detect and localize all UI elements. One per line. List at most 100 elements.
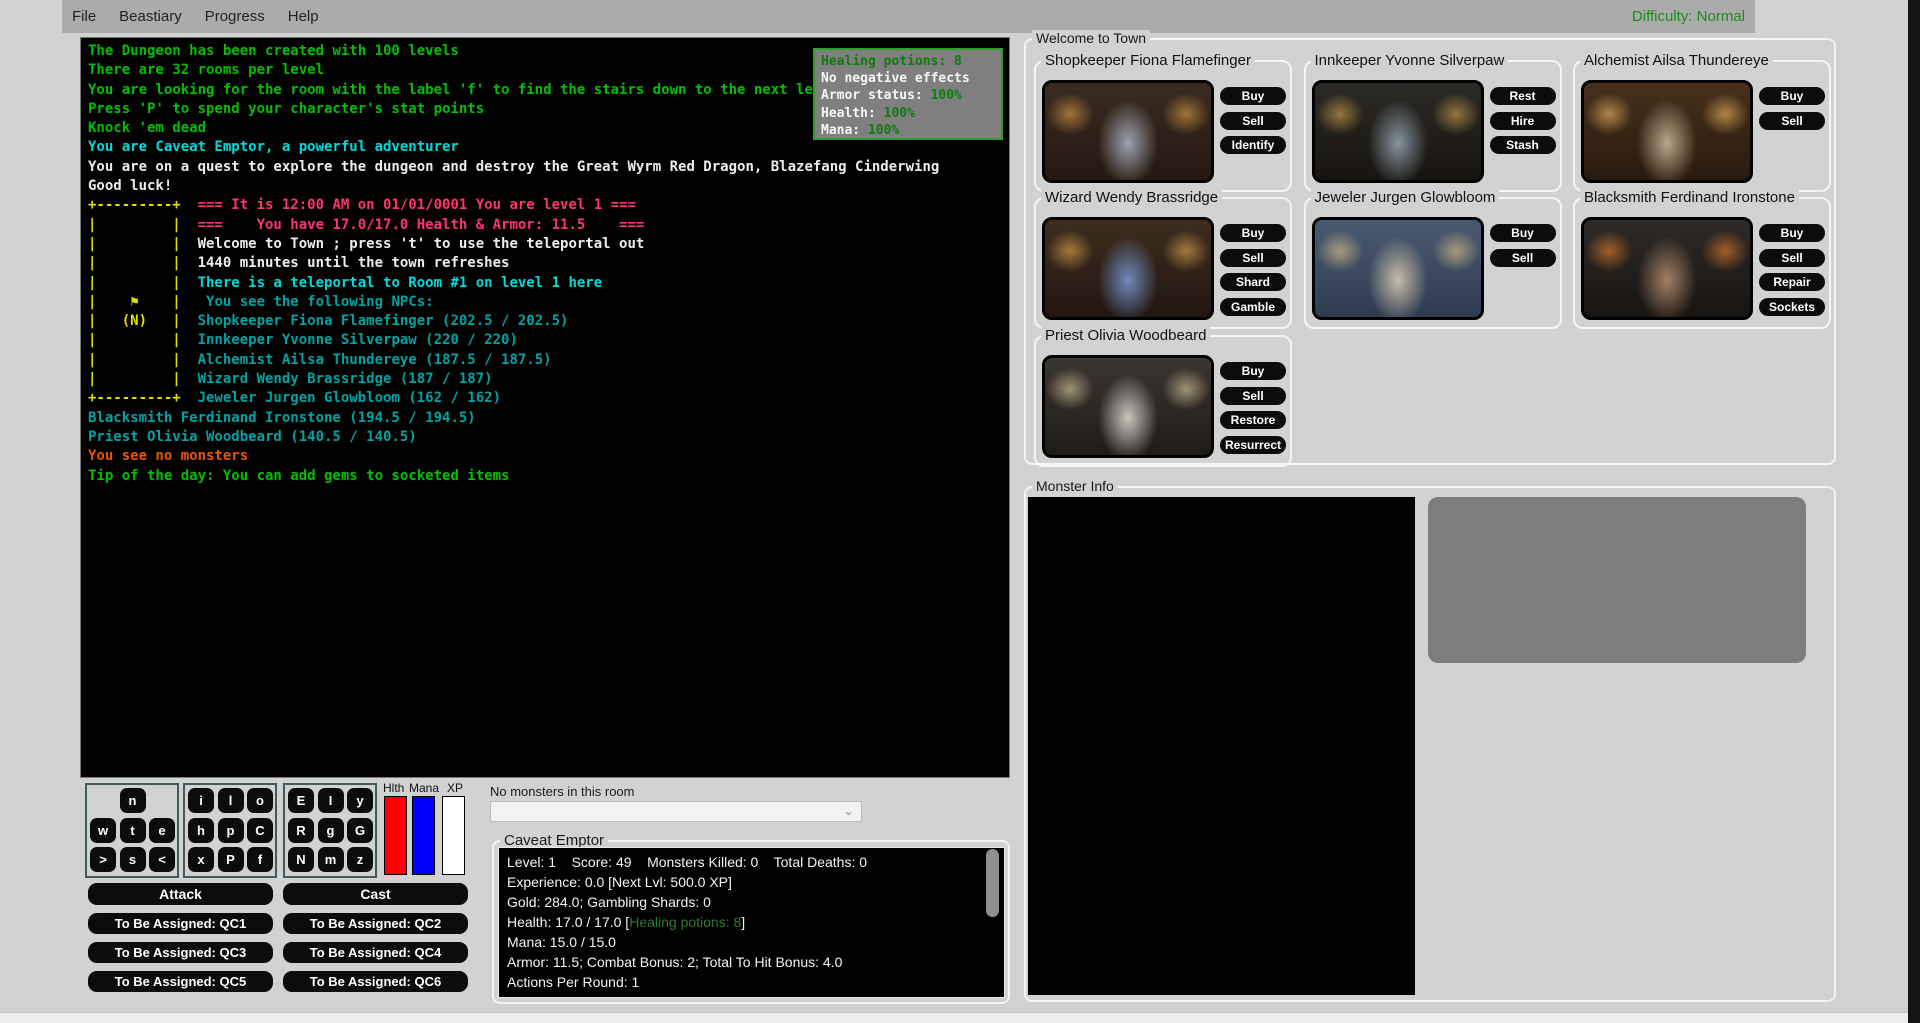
key-E[interactable]: E — [288, 788, 314, 813]
npc-identify-button[interactable]: Identify — [1220, 136, 1286, 154]
console-line: You are on a quest to explore the dungeo… — [88, 158, 1009, 177]
quick-command-button-2[interactable]: To Be Assigned: QC2 — [283, 913, 468, 934]
key-G[interactable]: G — [347, 818, 373, 843]
quick-command-button-4[interactable]: To Be Assigned: QC4 — [283, 942, 468, 963]
menu-item-beastiary[interactable]: Beastiary — [115, 8, 186, 25]
key-C[interactable]: C — [247, 818, 273, 843]
key-f[interactable]: f — [247, 847, 273, 872]
key-t[interactable]: t — [120, 818, 146, 843]
console-line-segment — [181, 352, 198, 368]
stat-line: Level: 1 Score: 49 Monsters Killed: 0 To… — [507, 852, 996, 872]
key-i[interactable]: i — [188, 788, 214, 813]
key-I[interactable]: I — [318, 788, 344, 813]
npc-buy-button[interactable]: Buy — [1759, 224, 1825, 242]
key-y[interactable]: y — [347, 788, 373, 813]
npc-hire-button[interactable]: Hire — [1490, 112, 1556, 130]
stat-line-segment: ] — [741, 914, 745, 930]
console-line-segment: Blacksmith Ferdinand Ironstone (194.5 / … — [88, 410, 476, 426]
npc-stash-button[interactable]: Stash — [1490, 136, 1556, 154]
console-line-segment: Wizard Wendy Brassridge (187 / 187) — [198, 371, 493, 387]
npc-name: Wizard Wendy Brassridge — [1041, 189, 1222, 206]
key->[interactable]: > — [90, 847, 116, 872]
console-line-segment: Shopkeeper Fiona Flamefinger (202.5 / 20… — [198, 313, 569, 329]
key-m[interactable]: m — [318, 847, 344, 872]
menu-item-progress[interactable]: Progress — [201, 8, 269, 25]
keypad-group-3: EIy RgG Nmz — [283, 783, 377, 878]
menu-item-help[interactable]: Help — [284, 8, 323, 25]
key-h[interactable]: h — [188, 818, 214, 843]
quick-command-button-5[interactable]: To Be Assigned: QC5 — [88, 971, 273, 992]
console-line-segment: You are Caveat Emptor, a powerful advent… — [88, 139, 459, 155]
npc-buy-button[interactable]: Buy — [1220, 362, 1286, 380]
hud-line-segment: Health: — [821, 106, 884, 121]
attack-button[interactable]: Attack — [88, 883, 273, 905]
npc-sell-button[interactable]: Sell — [1759, 249, 1825, 267]
npc-resurrect-button[interactable]: Resurrect — [1220, 436, 1286, 454]
stat-line: Unspent stat points: 1 — [507, 992, 996, 998]
npc-portrait — [1042, 217, 1214, 320]
npc-sockets-button[interactable]: Sockets — [1759, 298, 1825, 316]
key-R[interactable]: R — [288, 818, 314, 843]
key-o[interactable]: o — [247, 788, 273, 813]
console-line: | | Alchemist Ailsa Thundereye (187.5 / … — [88, 351, 1009, 370]
console-line-segment: | | — [88, 275, 181, 291]
console-log: The Dungeon has been created with 100 le… — [80, 37, 1010, 778]
console-line-segment: You are on a quest to explore the dungeo… — [88, 159, 939, 175]
key-x[interactable]: x — [188, 847, 214, 872]
console-line: | | Welcome to Town ; press 't' to use t… — [88, 235, 1009, 254]
console-line: | | There is a teleportal to Room #1 on … — [88, 274, 1009, 293]
key-l[interactable]: l — [218, 788, 244, 813]
stats-scrollbar-thumb[interactable] — [986, 849, 999, 917]
npc-portrait — [1042, 355, 1214, 458]
console-line-segment: | ⚑ | — [88, 294, 181, 310]
npc-rest-button[interactable]: Rest — [1490, 87, 1556, 105]
console-line-segment: Priest Olivia Woodbeard (140.5 / 140.5) — [88, 429, 417, 445]
menu-item-file[interactable]: File — [68, 8, 100, 25]
stat-line: Mana: 15.0 / 15.0 — [507, 932, 996, 952]
npc-sell-button[interactable]: Sell — [1220, 387, 1286, 405]
npc-sell-button[interactable]: Sell — [1759, 112, 1825, 130]
key-n[interactable]: n — [120, 788, 146, 813]
monster-info-display — [1028, 497, 1415, 995]
console-line: | | 1440 minutes until the town refreshe… — [88, 254, 1009, 273]
console-line-segment: === You have 17.0/17.0 Health & Armor: 1… — [198, 217, 645, 233]
menu-items: File Beastiary Progress Help — [68, 0, 323, 33]
hud-line-segment: No negative effects — [821, 71, 970, 86]
quick-command-button-1[interactable]: To Be Assigned: QC1 — [88, 913, 273, 934]
npc-buy-button[interactable]: Buy — [1490, 224, 1556, 242]
npc-buy-button[interactable]: Buy — [1759, 87, 1825, 105]
console-line-segment: There is a teleportal to Room #1 on leve… — [198, 275, 603, 291]
npc-sell-button[interactable]: Sell — [1490, 249, 1556, 267]
console-line-segment — [181, 275, 198, 291]
key-e[interactable]: e — [149, 818, 175, 843]
keypad-group-2: ilo hpCxPf — [183, 783, 277, 878]
key-s[interactable]: s — [120, 847, 146, 872]
npc-buy-button[interactable]: Buy — [1220, 224, 1286, 242]
console-line-segment: Alchemist Ailsa Thundereye (187.5 / 187.… — [198, 352, 552, 368]
console-line-segment — [181, 371, 198, 387]
key-w[interactable]: w — [90, 818, 116, 843]
quick-command-button-3[interactable]: To Be Assigned: QC3 — [88, 942, 273, 963]
npc-repair-button[interactable]: Repair — [1759, 273, 1825, 291]
npc-restore-button[interactable]: Restore — [1220, 411, 1286, 429]
key-<[interactable]: < — [149, 847, 175, 872]
mana-bar-label: Mana — [409, 781, 439, 795]
quick-command-button-6[interactable]: To Be Assigned: QC6 — [283, 971, 468, 992]
console-line: Blacksmith Ferdinand Ironstone (194.5 / … — [88, 409, 1009, 428]
key-N[interactable]: N — [288, 847, 314, 872]
npc-gamble-button[interactable]: Gamble — [1220, 298, 1286, 316]
key-P[interactable]: P — [218, 847, 244, 872]
stat-line-segment: Experience: 0.0 [Next Lvl: 500.0 XP] — [507, 874, 732, 890]
key-g[interactable]: g — [318, 818, 344, 843]
npc-sell-button[interactable]: Sell — [1220, 249, 1286, 267]
console-line-segment: === It is 12:00 AM on 01/01/0001 You are… — [198, 197, 636, 213]
console-line: | (N) | Shopkeeper Fiona Flamefinger (20… — [88, 312, 1009, 331]
npc-sell-button[interactable]: Sell — [1220, 112, 1286, 130]
monster-select-dropdown[interactable]: ⌄ — [490, 801, 862, 822]
npc-buy-button[interactable]: Buy — [1220, 87, 1286, 105]
console-line-segment: The Dungeon has been created with 100 le… — [88, 43, 459, 59]
npc-shard-button[interactable]: Shard — [1220, 273, 1286, 291]
key-z[interactable]: z — [347, 847, 373, 872]
key-p[interactable]: p — [218, 818, 244, 843]
cast-button[interactable]: Cast — [283, 883, 468, 905]
